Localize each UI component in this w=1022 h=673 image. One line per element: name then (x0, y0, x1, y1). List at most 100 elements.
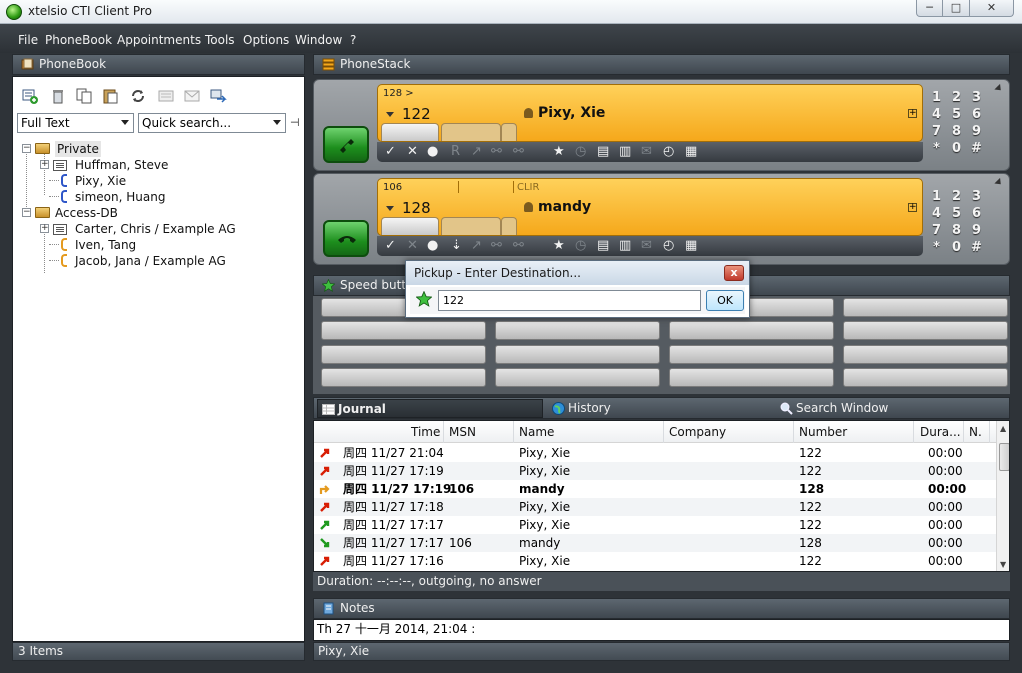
key-8[interactable]: 8 (948, 124, 965, 140)
key-9[interactable]: 9 (968, 124, 985, 140)
pickup-icon[interactable]: ⇣ (451, 238, 462, 253)
scroll-down-icon[interactable]: ▼ (1000, 560, 1006, 569)
delete-icon[interactable] (49, 87, 67, 105)
key-6[interactable]: 6 (968, 107, 985, 123)
menu-file[interactable]: File (18, 33, 38, 47)
pickup-button[interactable] (323, 220, 369, 257)
key-2[interactable]: 2 (948, 90, 965, 106)
key-5[interactable]: 5 (948, 206, 965, 222)
tree-item-pixy[interactable]: Pixy, Xie (17, 173, 217, 189)
minimize-button[interactable]: ─ (916, 0, 943, 17)
tree-folder-private[interactable]: − Private (17, 141, 217, 157)
key-1[interactable]: 1 (928, 90, 945, 106)
menu-appointments[interactable]: Appointments (117, 33, 201, 47)
speed-button[interactable] (669, 321, 834, 340)
key-0[interactable]: 0 (948, 240, 965, 256)
table-row[interactable]: 周四 11/27 17:18 Pixy, Xie 122 00:00 (314, 498, 996, 516)
reject-icon[interactable]: ✕ (407, 144, 418, 159)
hold-icon[interactable]: ● (427, 144, 438, 159)
expand-icon[interactable]: + (908, 203, 917, 212)
speed-button[interactable] (843, 368, 1008, 387)
col-name[interactable]: Name (519, 425, 554, 439)
key-0[interactable]: 0 (948, 141, 965, 157)
refresh-icon[interactable] (129, 87, 147, 105)
menu-phonebook[interactable]: PhoneBook (45, 33, 112, 47)
table-row[interactable]: 周四 11/27 17:19 106 mandy 128 00:00 (314, 480, 996, 498)
tree-item-simeon[interactable]: simeon, Huang (17, 189, 217, 205)
key-7[interactable]: 7 (928, 223, 945, 239)
key-3[interactable]: 3 (968, 90, 985, 106)
accept-icon[interactable]: ✓ (385, 144, 396, 159)
table-row[interactable]: 周四 11/27 17:19 Pixy, Xie 122 00:00 (314, 462, 996, 480)
table-row[interactable]: 周四 11/27 17:17 106 mandy 128 00:00 (314, 534, 996, 552)
scroll-thumb[interactable] (999, 443, 1009, 471)
card-icon[interactable]: ▤ (597, 144, 609, 159)
tree-item-carter[interactable]: + Carter, Chris / Example AG (17, 221, 257, 237)
call-info-2[interactable]: 106 CLIR 128 mandy + (377, 178, 923, 236)
key-6[interactable]: 6 (968, 206, 985, 222)
paste-icon[interactable] (101, 87, 119, 105)
conference2-icon[interactable]: ⚯ (513, 238, 524, 253)
expand-icon[interactable]: + (40, 160, 49, 169)
key-9[interactable]: 9 (968, 223, 985, 239)
col-msn[interactable]: MSN (449, 425, 476, 439)
call-tab-1[interactable] (381, 123, 439, 141)
speed-button[interactable] (843, 321, 1008, 340)
key-7[interactable]: 7 (928, 124, 945, 140)
hold-icon[interactable]: ● (427, 238, 438, 253)
call-tab-2[interactable] (441, 123, 501, 141)
card-icon[interactable]: ▤ (597, 238, 609, 253)
call-tab-2[interactable] (441, 217, 501, 235)
notes-text-area[interactable]: Th 27 十一月 2014, 21:04 : (313, 619, 1010, 641)
call-tab-1[interactable] (381, 217, 439, 235)
collapse-icon[interactable]: − (22, 208, 31, 217)
star-icon[interactable]: ★ (553, 238, 565, 253)
book-icon[interactable]: ▥ (619, 144, 631, 159)
scroll-up-icon[interactable]: ▲ (1000, 424, 1006, 433)
menu-options[interactable]: Options (243, 33, 289, 47)
key-star[interactable]: * (928, 240, 945, 256)
collapse-icon[interactable]: − (22, 144, 31, 153)
speed-button[interactable] (669, 345, 834, 364)
menu-window[interactable]: Window (295, 33, 342, 47)
hangup-button[interactable] (323, 126, 369, 163)
mail-icon[interactable] (183, 87, 201, 105)
chevron-down-icon[interactable] (386, 206, 394, 211)
table-row[interactable]: 周四 11/27 17:16 Pixy, Xie 122 00:00 (314, 552, 996, 570)
key-star[interactable]: * (928, 141, 945, 157)
transfer-icon[interactable]: ↗ (471, 144, 482, 159)
expand-icon[interactable]: + (908, 109, 917, 118)
conference-icon[interactable]: ⚯ (491, 144, 502, 159)
key-2[interactable]: 2 (948, 189, 965, 205)
speed-button[interactable] (495, 345, 660, 364)
journal-scrollbar[interactable]: ▲ ▼ (996, 421, 1009, 571)
key-3[interactable]: 3 (968, 189, 985, 205)
details-icon[interactable] (157, 87, 175, 105)
clock-icon[interactable]: ◷ (575, 144, 586, 159)
mail-icon[interactable]: ✉ (641, 238, 652, 253)
timer-icon[interactable]: ◴ (663, 238, 674, 253)
col-time[interactable]: Time (411, 425, 440, 439)
tab-history[interactable]: History (548, 399, 748, 418)
maximize-button[interactable]: □ (942, 0, 970, 17)
speed-button[interactable] (321, 368, 486, 387)
menu-tools[interactable]: Tools (205, 33, 235, 47)
conference-icon[interactable]: ⚯ (491, 238, 502, 253)
copy-icon[interactable] (75, 87, 93, 105)
speed-button[interactable] (843, 298, 1008, 317)
key-hash[interactable]: # (968, 141, 985, 157)
key-1[interactable]: 1 (928, 189, 945, 205)
close-button[interactable]: ✕ (969, 0, 1014, 17)
speed-button[interactable] (321, 321, 486, 340)
mail-icon[interactable]: ✉ (641, 144, 652, 159)
book-icon[interactable]: ▥ (619, 238, 631, 253)
speed-button[interactable] (495, 368, 660, 387)
speed-button[interactable] (669, 368, 834, 387)
key-4[interactable]: 4 (928, 107, 945, 123)
key-8[interactable]: 8 (948, 223, 965, 239)
search-mode-select[interactable]: Full Text (17, 113, 134, 133)
call-tab-3[interactable] (501, 217, 517, 235)
ok-button[interactable]: OK (706, 290, 744, 311)
pin-icon[interactable]: ⊣ (290, 116, 300, 129)
expand-icon[interactable]: + (40, 224, 49, 233)
